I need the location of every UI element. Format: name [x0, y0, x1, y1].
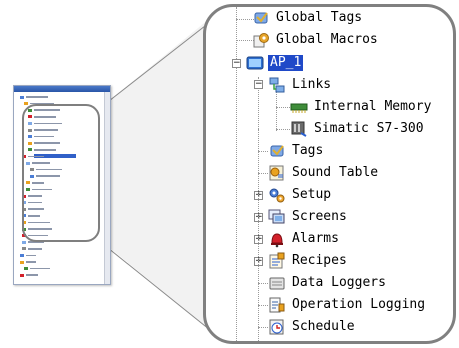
magnified-project-tree: Global Tags Global Macros − AP_1 − Links	[203, 4, 456, 344]
tree-item-schedule[interactable]: Schedule	[268, 316, 357, 338]
tags-icon	[254, 12, 268, 24]
tree-item-label: Global Tags	[276, 10, 363, 25]
recipes-icon	[269, 252, 285, 269]
thumbnail-title-bar	[14, 86, 110, 92]
tree-item-internal-memory[interactable]: Internal Memory	[290, 96, 433, 118]
tree-item-ap1[interactable]: AP_1	[246, 52, 304, 74]
tree-item-label: Internal Memory	[314, 99, 432, 114]
plc-icon	[291, 121, 307, 137]
tree-item-label: Operation Logging	[292, 297, 426, 312]
tree-item-links[interactable]: Links	[268, 74, 333, 96]
tree-item-label: Schedule	[292, 319, 355, 334]
macro-icon	[253, 33, 269, 48]
tree-item-data-loggers[interactable]: Data Loggers	[268, 272, 388, 294]
tree-item-sound-table[interactable]: Sound Table	[268, 162, 380, 184]
sound-table-icon	[269, 165, 284, 181]
thumbnail-row	[20, 273, 38, 277]
tree-item-label: Screens	[292, 209, 347, 224]
schedule-icon	[269, 319, 284, 335]
alarm-bell-icon	[271, 233, 283, 248]
tree-item-label: Data Loggers	[292, 275, 386, 290]
tree-item-label: Links	[292, 77, 332, 92]
tree-item-global-macros[interactable]: Global Macros	[252, 29, 380, 51]
tree-item-label: Recipes	[292, 253, 347, 268]
memory-chip-icon	[290, 103, 308, 113]
thumbnail-row	[20, 253, 36, 257]
tree-item-macros[interactable]: Macros	[268, 338, 341, 344]
thumbnail-row	[20, 260, 36, 264]
thumbnail-scrollbar	[104, 92, 110, 284]
gears-icon	[269, 188, 285, 203]
tree-item-screens[interactable]: Screens	[268, 206, 349, 228]
tree-item-label: AP_1	[268, 55, 304, 71]
thumbnail-row	[20, 95, 48, 99]
thumbnail-zoom-lens	[22, 104, 100, 242]
screens-icon	[268, 209, 285, 224]
tree-item-label: Alarms	[292, 231, 339, 246]
tags-icon	[270, 145, 284, 157]
tree-item-label: Global Macros	[276, 32, 378, 47]
operation-logging-icon	[269, 297, 285, 313]
thumbnail-row	[22, 247, 42, 251]
tree-item-label: Tags	[292, 143, 324, 158]
macro-icon	[268, 340, 286, 344]
tree-item-alarms[interactable]: Alarms	[268, 228, 341, 250]
data-logger-icon	[269, 277, 285, 290]
tree-item-tags[interactable]: Tags	[268, 140, 325, 162]
tree-item-setup[interactable]: Setup	[268, 184, 333, 206]
collapse-project-toggle[interactable]: −	[232, 59, 241, 68]
tree-item-operation-logging[interactable]: Operation Logging	[268, 294, 427, 316]
tree-item-label: Macros	[290, 341, 341, 344]
tree-item-recipes[interactable]: Recipes	[268, 250, 349, 272]
network-links-icon	[269, 77, 285, 93]
tree-item-label: Simatic S7-300	[314, 121, 424, 136]
tree-item-global-tags[interactable]: Global Tags	[252, 7, 364, 29]
tree-item-label: Setup	[292, 187, 332, 202]
tree-item-simatic[interactable]: Simatic S7-300	[290, 118, 426, 140]
tree-item-label: Sound Table	[292, 165, 379, 180]
collapse-links-toggle[interactable]: −	[254, 80, 263, 89]
thumbnail-row	[24, 267, 50, 271]
panel-icon	[246, 56, 264, 70]
